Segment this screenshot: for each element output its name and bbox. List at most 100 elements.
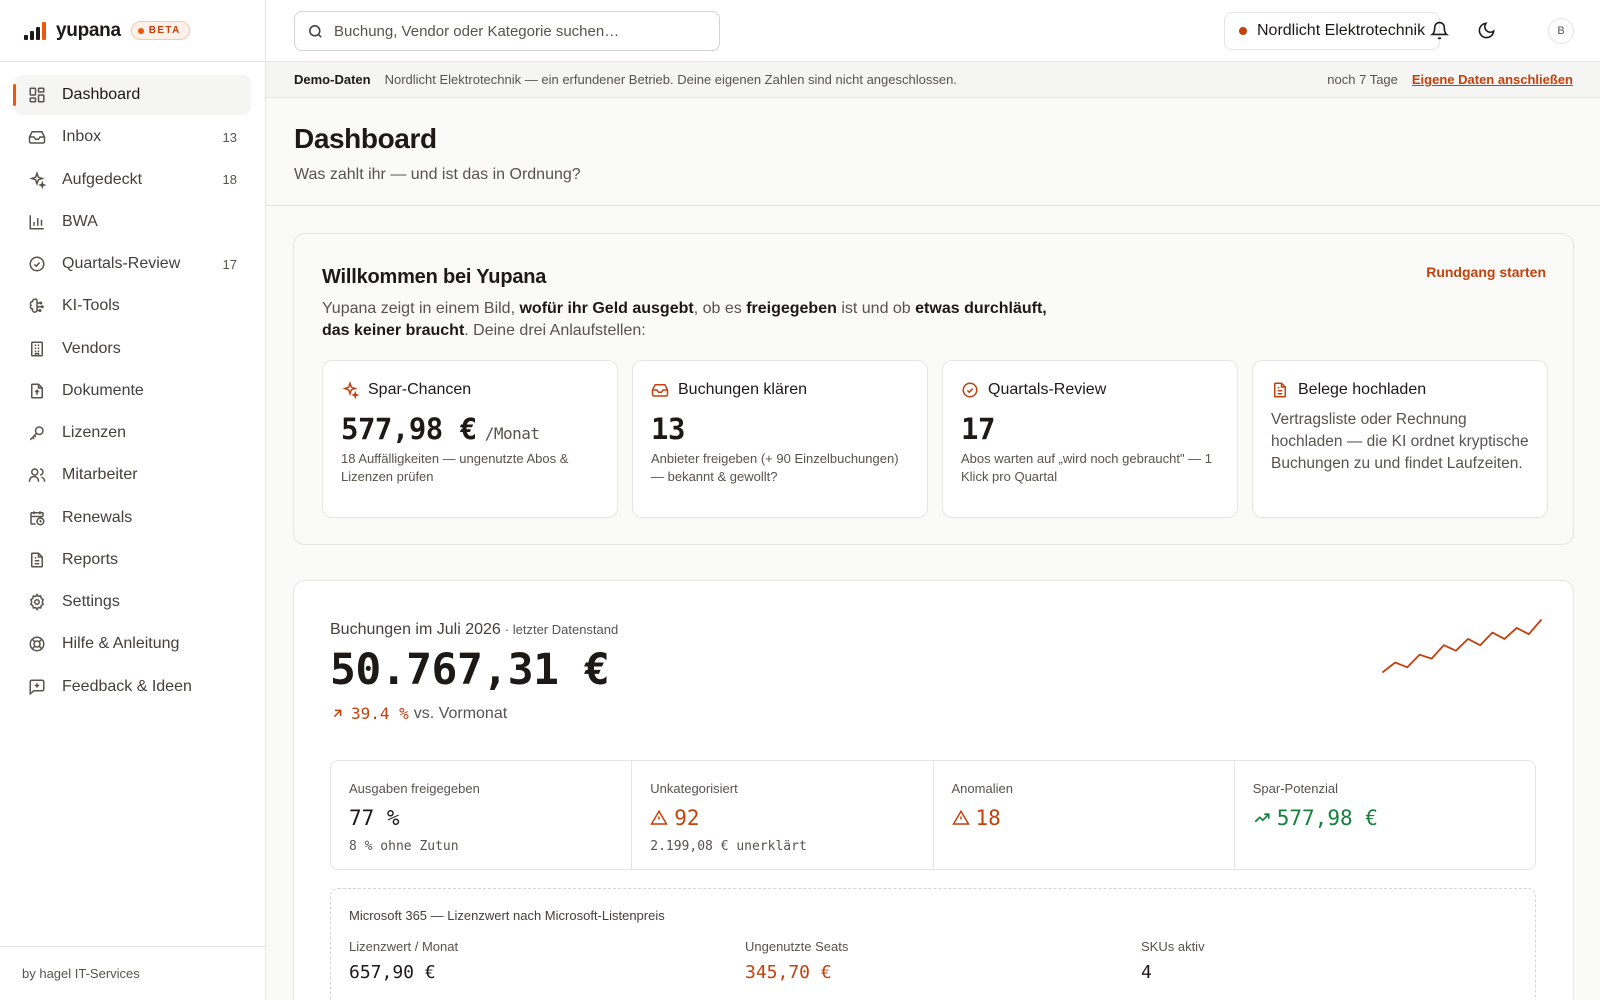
search-icon: [307, 23, 324, 40]
bell-icon[interactable]: [1428, 19, 1450, 41]
tile-description: 18 Auffälligkeiten — ungenutzte Abos & L…: [341, 451, 569, 484]
brand[interactable]: yupana BETA: [0, 0, 265, 62]
sparkles-icon: [341, 381, 359, 399]
demo-message: Nordlicht Elektrotechnik — ein erfundene…: [384, 72, 957, 87]
sparkline-series: [1382, 619, 1542, 673]
welcome-card: Willkommen bei Yupana Rundgang starten Y…: [293, 233, 1574, 545]
page-title: Dashboard: [294, 123, 437, 154]
tile-spar-chancen[interactable]: Spar-Chancen 577,98 € /Monat 18 Auffällig…: [322, 360, 618, 518]
tile-value: 17: [961, 412, 995, 446]
kpi-value: 92: [674, 806, 700, 830]
trending-up-icon: [1253, 809, 1271, 827]
sidebar-item-inbox[interactable]: Inbox 13: [14, 117, 251, 157]
gear-icon: [28, 593, 46, 611]
avatar[interactable]: B: [1548, 18, 1574, 44]
sidebar-item-aufgedeckt[interactable]: Aufgedeckt 18: [14, 160, 251, 200]
users-icon: [28, 466, 46, 484]
ms-col-value: 345,70 €: [745, 962, 832, 983]
sidebar-item-label: Aufgedeckt: [62, 170, 143, 188]
bar-chart-icon: [28, 213, 46, 231]
tile-description: Abos warten auf „wird noch gebraucht" — …: [961, 451, 1213, 484]
kpi-label: Unkategorisiert: [650, 781, 738, 796]
file-upload-icon: [28, 382, 46, 400]
kpi-sub: 8 % ohne Zutun: [349, 839, 459, 854]
bookings-meta: · letzter Datenstand: [504, 622, 619, 637]
sidebar-item-renewals[interactable]: Renewals: [14, 498, 251, 538]
sidebar-item-hilfe[interactable]: Hilfe & Anleitung: [14, 624, 251, 664]
check-circle-icon: [961, 381, 979, 399]
sparkles-icon: [28, 170, 46, 189]
sidebar-item-label: Mitarbeiter: [62, 466, 138, 484]
sidebar-item-label: Renewals: [62, 508, 133, 526]
sidebar-item-settings[interactable]: Settings: [14, 582, 251, 622]
tile-quartals-review[interactable]: Quartals-Review 17 Abos warten auf „wird…: [942, 360, 1238, 518]
kpi-anomalien[interactable]: Anomalien 18: [934, 761, 1235, 869]
bookings-sparkline: [1382, 619, 1542, 673]
sidebar-item-bwa[interactable]: BWA: [14, 202, 251, 242]
trend-percent: 39.4 %: [351, 704, 409, 723]
sidebar-item-count: 18: [222, 172, 237, 187]
page-header: Dashboard Was zahlt ihr — und ist das in…: [266, 98, 1600, 206]
demo-days-left: noch 7 Tage: [1327, 72, 1398, 87]
kpi-value: 577,98 €: [1276, 806, 1378, 830]
brain-icon: [28, 297, 46, 315]
sidebar-item-label: Hilfe & Anleitung: [62, 635, 180, 653]
inbox-icon: [28, 128, 46, 146]
tile-title: Buchungen klären: [678, 381, 807, 398]
tile-value: 577,98 €: [341, 412, 477, 446]
welcome-title: Willkommen bei Yupana: [322, 266, 547, 288]
file-text-icon: [28, 551, 46, 569]
dashboard-icon: [28, 86, 46, 104]
start-tour-link[interactable]: Rundgang starten: [1426, 264, 1546, 280]
kpi-ausgaben-freigegeben[interactable]: Ausgaben freigegeben 77 % 8 % ohne Zutun: [331, 761, 633, 869]
sidebar-item-label: Vendors: [62, 339, 121, 357]
sidebar-item-label: Reports: [62, 550, 119, 568]
org-name: Nordlicht Elektrotechnik: [1257, 22, 1426, 39]
ms-col-ungenutzte-seats: Ungenutzte Seats 345,70 €: [745, 939, 848, 983]
sidebar-item-count: 17: [222, 256, 237, 272]
arrow-up-right-icon: [330, 706, 345, 721]
tile-title: Belege hochladen: [1298, 381, 1427, 398]
sidebar-item-quartals-review[interactable]: Quartals-Review 17: [14, 244, 251, 284]
warning-triangle-icon: [650, 809, 669, 827]
sidebar-item-dashboard[interactable]: Dashboard: [13, 75, 251, 115]
ms-col-lizenzwert: Lizenzwert / Monat 657,90 €: [349, 939, 458, 983]
welcome-tiles: Spar-Chancen 577,98 € /Monat 18 Auffällig…: [322, 360, 1548, 518]
ms-col-label: Ungenutzte Seats: [745, 939, 849, 954]
topbar: Nordlicht Elektrotechnik B: [266, 0, 1600, 62]
beta-dot-icon: [137, 27, 144, 34]
sidebar-item-mitarbeiter[interactable]: Mitarbeiter: [14, 455, 251, 495]
sidebar-item-label: Feedback & Ideen: [62, 677, 192, 695]
inbox-icon: [651, 381, 669, 399]
sidebar-item-label: Dokumente: [62, 381, 144, 399]
kpi-spar-potenzial[interactable]: Spar-Potenzial 577,98 €: [1235, 761, 1535, 869]
connect-data-link[interactable]: Eigene Daten anschließen: [1412, 72, 1573, 87]
trend-text: vs. Vormonat: [413, 704, 508, 722]
sidebar-item-reports[interactable]: Reports: [14, 540, 251, 580]
sidebar: yupana BETA Dashboard Inbox 13 Aufgedeck…: [0, 0, 266, 1000]
warning-triangle-icon: [951, 809, 970, 827]
tile-description: Vertragsliste oder Rechnung hochladen — …: [1271, 411, 1529, 472]
org-switcher[interactable]: Nordlicht Elektrotechnik: [1224, 12, 1441, 50]
tile-buchungen-klaeren[interactable]: Buchungen klären 13 Anbieter freigeben (…: [632, 360, 928, 518]
moon-icon[interactable]: [1475, 19, 1497, 41]
check-circle-icon: [28, 255, 46, 273]
microsoft-license-panel: Microsoft 365 — Lizenzwert nach Microsof…: [330, 888, 1536, 1000]
sidebar-item-label: Quartals-Review: [62, 255, 181, 272]
sidebar-item-feedback[interactable]: Feedback & Ideen: [14, 667, 251, 707]
microsoft-title: Microsoft 365 — Lizenzwert nach Microsof…: [349, 908, 665, 923]
brand-name: yupana: [56, 19, 121, 41]
kpi-unkategorisiert[interactable]: Unkategorisiert 92 2.199,08 € unerklärt: [632, 761, 934, 869]
search-input[interactable]: [334, 22, 704, 40]
ms-col-label: SKUs aktiv: [1141, 939, 1205, 954]
life-buoy-icon: [28, 635, 46, 653]
sidebar-item-lizenzen[interactable]: Lizenzen: [14, 413, 251, 453]
sidebar-item-vendors[interactable]: Vendors: [14, 329, 251, 369]
kpi-label: Anomalien: [951, 781, 1013, 796]
kpi-value: 18: [975, 806, 1001, 830]
sidebar-item-ki-tools[interactable]: KI-Tools: [14, 286, 251, 326]
kpi-value: 77 %: [349, 806, 400, 830]
search-box[interactable]: [294, 11, 720, 51]
tile-belege-hochladen[interactable]: Belege hochladen Vertragsliste oder Rech…: [1252, 360, 1548, 518]
sidebar-item-dokumente[interactable]: Dokumente: [14, 371, 251, 411]
